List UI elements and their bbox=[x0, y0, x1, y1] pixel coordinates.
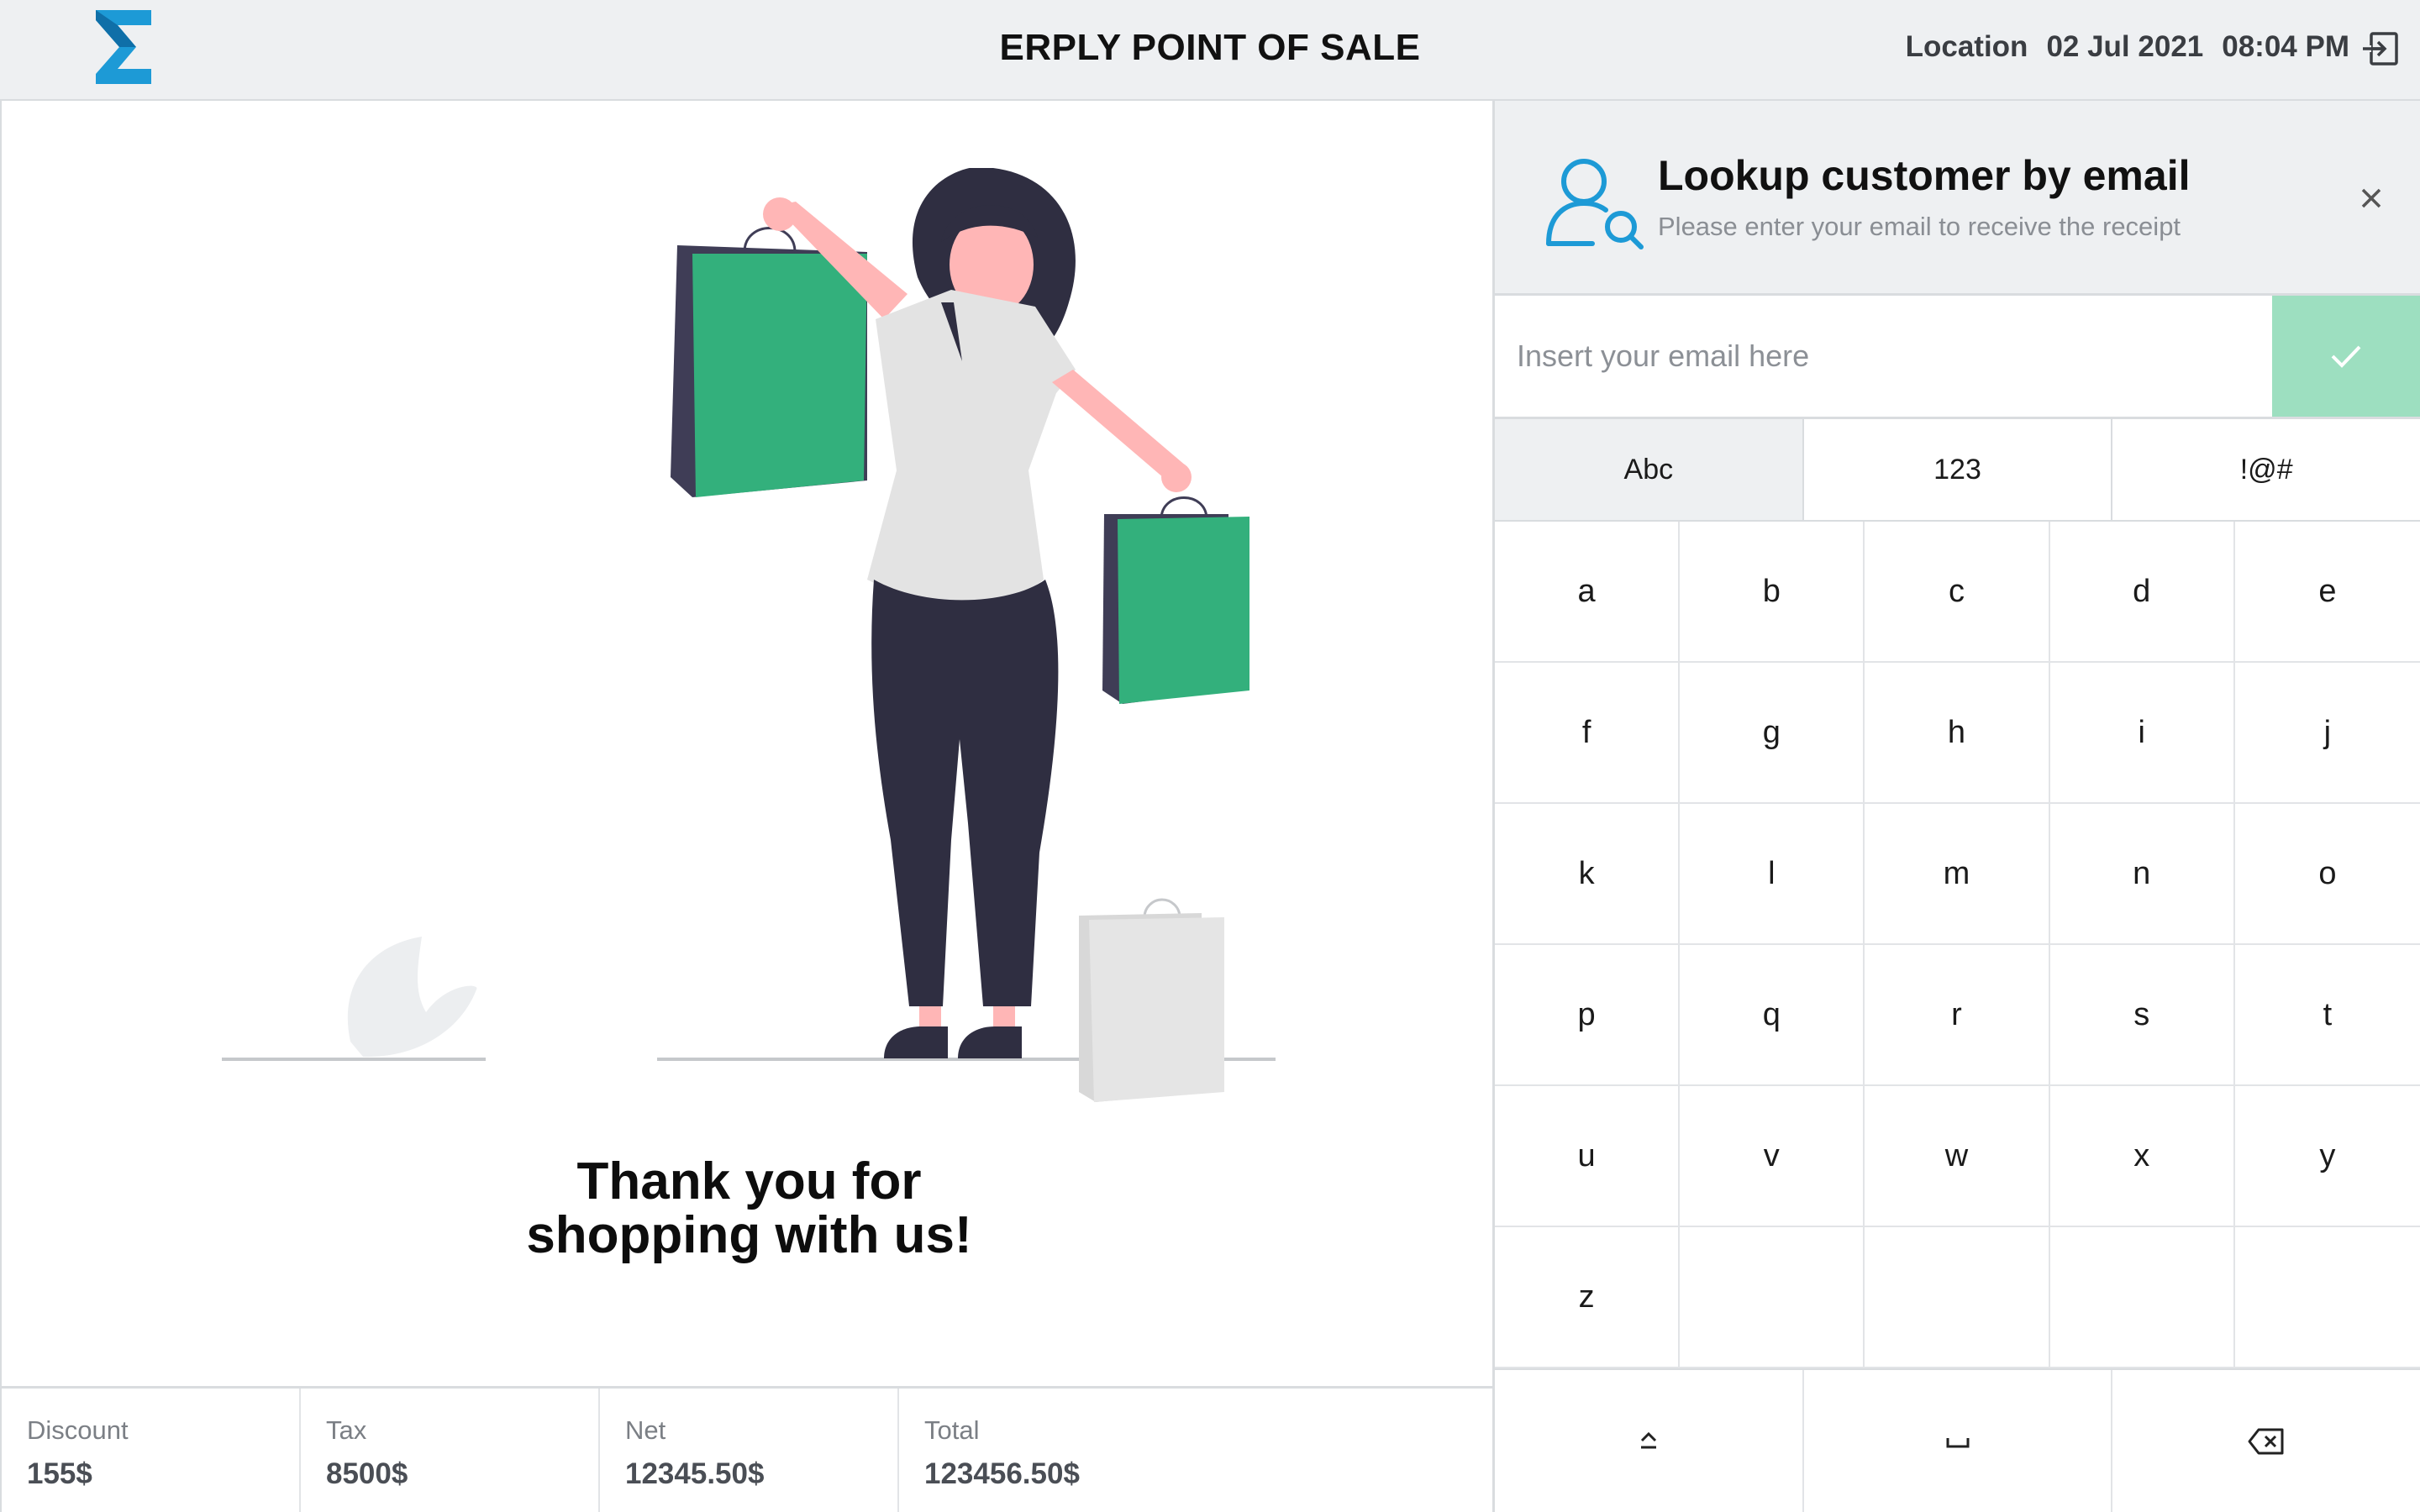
backspace-key[interactable] bbox=[2112, 1370, 2420, 1512]
net-value: 12345.50$ bbox=[625, 1457, 765, 1490]
discount-value: 155$ bbox=[27, 1457, 92, 1490]
key-x[interactable]: x bbox=[2049, 1086, 2235, 1227]
key-b[interactable]: b bbox=[1680, 522, 1865, 663]
tab-abc[interactable]: Abc bbox=[1495, 419, 1804, 520]
email-input[interactable] bbox=[1495, 296, 2272, 417]
total-cell: Total 123456.50$ bbox=[899, 1389, 1198, 1512]
key-t[interactable]: t bbox=[2234, 945, 2420, 1086]
user-search-icon bbox=[1546, 159, 1644, 249]
check-icon bbox=[2331, 345, 2361, 368]
blank-key bbox=[2234, 1227, 2420, 1368]
space-key[interactable] bbox=[1803, 1370, 2113, 1512]
key-q[interactable]: q bbox=[1680, 945, 1865, 1086]
key-f[interactable]: f bbox=[1495, 663, 1681, 804]
submit-email-button[interactable] bbox=[2272, 296, 2420, 417]
app-header: ERPLY POINT OF SALE Location 02 Jul 2021… bbox=[0, 0, 2420, 101]
key-n[interactable]: n bbox=[2049, 804, 2235, 945]
shopper-illustration bbox=[222, 168, 1276, 1102]
thank-you-panel: Thank you for shopping with us! bbox=[0, 101, 1495, 1386]
key-v[interactable]: v bbox=[1680, 1086, 1865, 1227]
key-p[interactable]: p bbox=[1495, 945, 1681, 1086]
key-u[interactable]: u bbox=[1495, 1086, 1681, 1227]
tax-value: 8500$ bbox=[326, 1457, 408, 1490]
key-w[interactable]: w bbox=[1865, 1086, 2050, 1227]
header-info: Location 02 Jul 2021 08:04 PM bbox=[1906, 30, 2349, 64]
header-time: 08:04 PM bbox=[2222, 30, 2349, 63]
key-j[interactable]: j bbox=[2234, 663, 2420, 804]
net-cell: Net 12345.50$ bbox=[600, 1389, 899, 1512]
blank-key bbox=[1865, 1227, 2050, 1368]
space-icon bbox=[1946, 1437, 1969, 1447]
key-l[interactable]: l bbox=[1680, 804, 1865, 945]
discount-label: Discount bbox=[27, 1415, 129, 1445]
blank-key bbox=[1680, 1227, 1865, 1368]
net-label: Net bbox=[625, 1415, 666, 1445]
close-icon[interactable] bbox=[2354, 181, 2388, 215]
keyboard-mode-tabs: Abc 123 !@# bbox=[1495, 419, 2420, 522]
lookup-subtitle: Please enter your email to receive the r… bbox=[1658, 212, 2181, 241]
tab-symbols[interactable]: !@# bbox=[2112, 419, 2420, 520]
letter-keyboard: a b c d e f g h i j k l m n o p q r s t … bbox=[1495, 522, 2420, 1368]
thank-you-line-2: shopping with us! bbox=[526, 1206, 972, 1264]
key-i[interactable]: i bbox=[2049, 663, 2235, 804]
blank-key bbox=[2049, 1227, 2235, 1368]
key-a[interactable]: a bbox=[1495, 522, 1681, 663]
key-d[interactable]: d bbox=[2049, 522, 2235, 663]
logout-icon[interactable] bbox=[2363, 30, 2400, 67]
key-h[interactable]: h bbox=[1865, 663, 2050, 804]
key-o[interactable]: o bbox=[2234, 804, 2420, 945]
key-s[interactable]: s bbox=[2049, 945, 2235, 1086]
shift-key[interactable] bbox=[1495, 1370, 1804, 1512]
key-z[interactable]: z bbox=[1495, 1227, 1681, 1368]
email-lookup-panel: Lookup customer by email Please enter yo… bbox=[1495, 101, 2420, 1512]
key-e[interactable]: e bbox=[2234, 522, 2420, 663]
tab-numbers[interactable]: 123 bbox=[1803, 419, 2113, 520]
key-y[interactable]: y bbox=[2234, 1086, 2420, 1227]
key-m[interactable]: m bbox=[1865, 804, 2050, 945]
key-r[interactable]: r bbox=[1865, 945, 2050, 1086]
lookup-title: Lookup customer by email bbox=[1658, 152, 2191, 199]
key-g[interactable]: g bbox=[1680, 663, 1865, 804]
thank-you-message: Thank you for shopping with us! bbox=[2, 1155, 1497, 1263]
key-c[interactable]: c bbox=[1865, 522, 2050, 663]
location-label: Location bbox=[1905, 30, 2028, 63]
thank-you-line-1: Thank you for bbox=[576, 1152, 922, 1210]
discount-cell: Discount 155$ bbox=[2, 1389, 301, 1512]
backspace-icon bbox=[2248, 1428, 2284, 1454]
shift-icon bbox=[1640, 1431, 1656, 1448]
total-value: 123456.50$ bbox=[924, 1457, 1080, 1490]
header-date: 02 Jul 2021 bbox=[2046, 30, 2204, 63]
tax-cell: Tax 8500$ bbox=[301, 1389, 600, 1512]
lookup-header: Lookup customer by email Please enter yo… bbox=[1495, 101, 2420, 296]
email-row bbox=[1495, 296, 2420, 419]
keyboard-function-row bbox=[1495, 1368, 2420, 1512]
key-k[interactable]: k bbox=[1495, 804, 1681, 945]
tax-label: Tax bbox=[326, 1415, 367, 1445]
totals-bar: Discount 155$ Tax 8500$ Net 12345.50$ To… bbox=[0, 1386, 1495, 1512]
total-label: Total bbox=[924, 1415, 980, 1445]
